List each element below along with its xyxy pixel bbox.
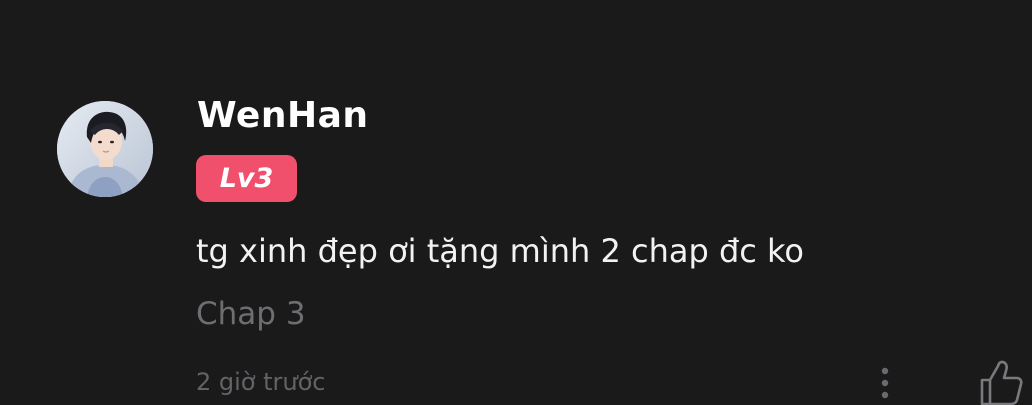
chapter-link[interactable]: Chap 3 <box>196 292 306 336</box>
more-options-button[interactable] <box>870 364 900 405</box>
username[interactable]: WenHan <box>197 94 369 138</box>
avatar-image <box>57 101 153 197</box>
comment-item: WenHan Lv3 tg xinh đẹp ơi tặng mình 2 ch… <box>0 0 1032 405</box>
comment-text: tg xinh đẹp ơi tặng mình 2 chap đc ko <box>196 232 804 270</box>
like-button[interactable] <box>978 358 1024 405</box>
more-vertical-icon <box>881 367 889 399</box>
thumbs-up-icon <box>980 360 1023 405</box>
level-badge: Lv3 <box>196 155 297 202</box>
timestamp: 2 giờ trước <box>196 368 326 396</box>
avatar[interactable] <box>57 101 153 197</box>
